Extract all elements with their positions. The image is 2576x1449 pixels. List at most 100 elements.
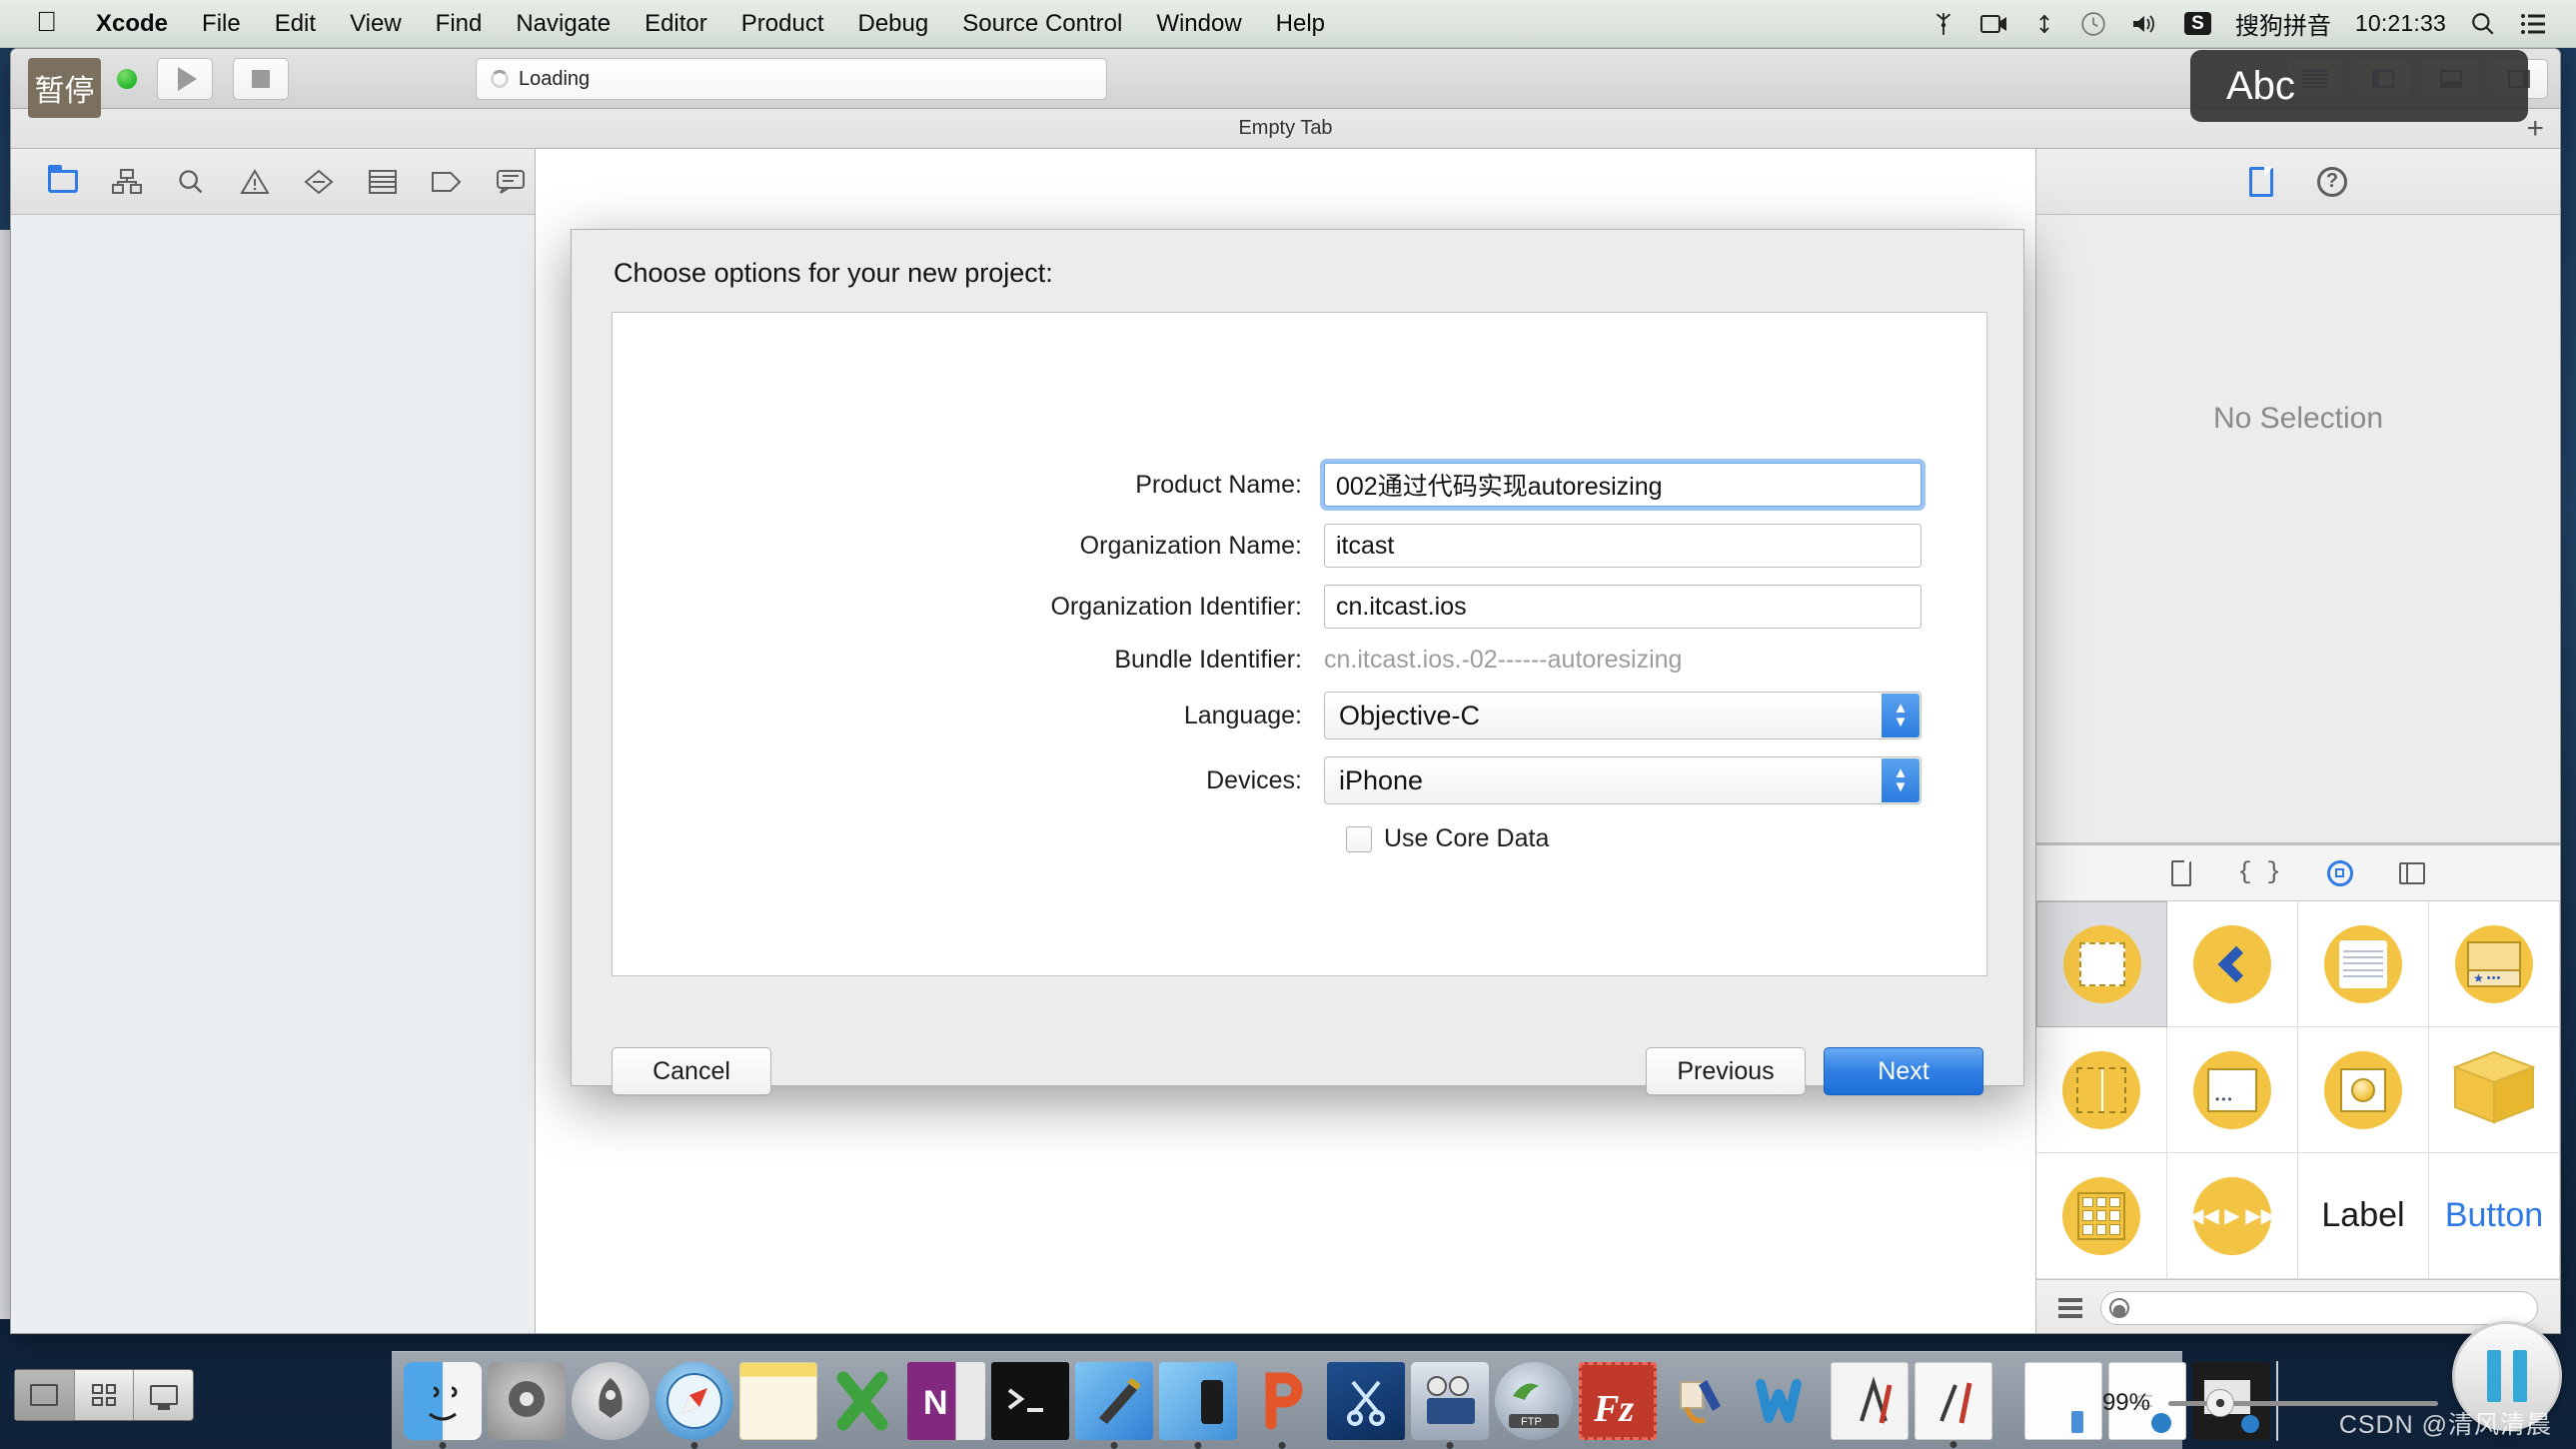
library-item-page-view-controller[interactable]: •••	[2167, 1027, 2298, 1153]
xcode-icon[interactable]	[1075, 1361, 1153, 1449]
report-icon[interactable]	[367, 167, 399, 197]
loading-spinner-icon	[491, 70, 509, 88]
menu-item-help[interactable]: Help	[1259, 10, 1342, 38]
library-filter-input[interactable]	[2100, 1290, 2538, 1325]
system-preferences-icon[interactable]	[488, 1361, 566, 1440]
organization-identifier-input[interactable]: cn.itcast.ios	[1324, 585, 1922, 629]
grid-mode-icon[interactable]	[75, 1370, 135, 1420]
code-snippet-icon[interactable]: { }	[2237, 859, 2280, 886]
button-object-text: Button	[2444, 1196, 2544, 1234]
build-status-indicator	[117, 68, 137, 89]
search-icon[interactable]	[175, 167, 207, 197]
library-item-navigation-controller[interactable]	[2167, 901, 2298, 1027]
file-inspector-icon[interactable]	[2249, 166, 2273, 197]
language-select[interactable]: Objective-C ▲ ▼	[1324, 692, 1922, 739]
library-item-collection-view-controller[interactable]	[2036, 1153, 2167, 1279]
menu-item-source-control[interactable]: Source Control	[945, 10, 1139, 38]
menu-item-debug[interactable]: Debug	[841, 10, 946, 38]
library-item-view-controller[interactable]	[2036, 901, 2167, 1027]
av-player-controller-icon: ◀◀ ▶ ▶▶	[2188, 1176, 2276, 1255]
pause-icon-bar-right	[2513, 1350, 2527, 1402]
menu-item-find[interactable]: Find	[419, 10, 500, 38]
terminal-icon[interactable]	[991, 1361, 1069, 1440]
airdrop-icon[interactable]	[2020, 0, 2068, 48]
input-method-label[interactable]: 搜狗拼音	[2223, 0, 2343, 48]
bluetooth-share-icon[interactable]	[1919, 0, 1968, 48]
menu-item-navigate[interactable]: Navigate	[499, 10, 628, 38]
menu-item-view[interactable]: View	[333, 10, 419, 38]
filter-icon	[2109, 1297, 2129, 1318]
product-name-input[interactable]: 002通过代码实现autoresizing	[1324, 463, 1922, 507]
devices-select[interactable]: iPhone ▲ ▼	[1324, 756, 1922, 804]
hierarchy-icon[interactable]	[111, 167, 143, 197]
library-item-av-player-controller[interactable]: ◀◀ ▶ ▶▶	[2167, 1153, 2298, 1279]
breakpoint-icon[interactable]	[303, 167, 335, 197]
menu-item-xcode[interactable]: Xcode	[79, 10, 185, 38]
file-template-icon[interactable]	[2171, 859, 2192, 886]
ftp-icon[interactable]: FTP	[1495, 1361, 1573, 1440]
appstore-icon[interactable]	[1831, 1361, 1909, 1440]
safari-icon[interactable]	[655, 1361, 733, 1449]
quick-help-icon[interactable]: ?	[2317, 166, 2347, 197]
menu-item-file[interactable]: File	[185, 10, 258, 38]
library-item-object[interactable]	[2429, 1027, 2560, 1153]
next-button[interactable]: Next	[1824, 1047, 1983, 1095]
product-name-label: Product Name:	[1135, 470, 1302, 499]
time-machine-icon[interactable]	[2068, 0, 2118, 48]
input-method-badge[interactable]: S	[2172, 0, 2223, 48]
previous-button[interactable]: Previous	[1646, 1047, 1806, 1095]
object-library-icon[interactable]	[2326, 859, 2353, 886]
stop-button[interactable]	[233, 57, 289, 100]
launchpad-icon[interactable]	[572, 1361, 649, 1440]
imovie-icon[interactable]	[1411, 1361, 1489, 1449]
organization-name-input[interactable]: itcast	[1324, 524, 1922, 568]
paint-icon[interactable]	[1663, 1362, 1741, 1440]
tag-icon[interactable]	[431, 167, 463, 197]
inspector-tabs: ?	[2036, 149, 2560, 215]
menubar-clock[interactable]: 10:21:33	[2343, 0, 2458, 48]
xcode-simulator-icon[interactable]	[1159, 1361, 1237, 1449]
menu-item-edit[interactable]: Edit	[258, 10, 333, 38]
form-row-organization-name: Organization Name: itcast	[613, 524, 1986, 568]
filezilla-icon[interactable]: Fz	[1579, 1361, 1657, 1440]
finder-icon[interactable]	[404, 1361, 482, 1449]
menu-item-product[interactable]: Product	[724, 10, 841, 38]
media-library-icon[interactable]	[2398, 861, 2425, 884]
onenote-icon[interactable]: N	[907, 1361, 985, 1440]
notification-center-icon[interactable]	[2508, 0, 2558, 48]
warning-icon[interactable]	[239, 167, 271, 197]
excel-icon[interactable]	[823, 1362, 901, 1440]
menu-item-editor[interactable]: Editor	[628, 10, 724, 38]
library-item-split-view-controller[interactable]	[2036, 1027, 2167, 1153]
cancel-button[interactable]: Cancel	[612, 1047, 771, 1095]
powerpoint-icon[interactable]	[1243, 1362, 1321, 1449]
notes-icon[interactable]	[739, 1361, 817, 1440]
volume-icon[interactable]	[2118, 0, 2172, 48]
apple-logo-icon[interactable]: 	[36, 7, 57, 36]
library-item-table-view-controller[interactable]	[2298, 901, 2429, 1027]
add-tab-button[interactable]: +	[2526, 113, 2544, 144]
search-icon[interactable]	[2458, 0, 2508, 48]
library-item-glk-view-controller[interactable]	[2298, 1027, 2429, 1153]
library-item-button[interactable]: Button	[2429, 1153, 2560, 1279]
organization-identifier-label: Organization Identifier:	[1050, 592, 1302, 621]
library-item-tab-bar-controller[interactable]: ★ •••	[2429, 901, 2560, 1027]
list-view-icon[interactable]	[2058, 1297, 2082, 1318]
screen-record-icon[interactable]	[1968, 0, 2020, 48]
word-icon[interactable]	[1747, 1362, 1825, 1440]
run-button[interactable]	[157, 57, 213, 100]
minimized-window-1[interactable]	[2024, 1361, 2102, 1440]
tab-empty[interactable]: Empty Tab	[1238, 117, 1332, 140]
zoom-slider-knob[interactable]	[2206, 1388, 2234, 1417]
library-item-label[interactable]: Label	[2298, 1153, 2429, 1279]
window-mode-icon[interactable]	[15, 1370, 75, 1420]
sketch-icon[interactable]	[1915, 1361, 1992, 1448]
folder-icon[interactable]	[47, 165, 79, 197]
utilities-panel: ? No Selection { } ★ ••• ••• ◀◀ ▶ ▶▶ Lab…	[2035, 149, 2560, 1333]
menu-item-window[interactable]: Window	[1139, 10, 1258, 38]
pause-badge[interactable]: 暂停	[28, 58, 101, 118]
use-core-data-checkbox[interactable]	[1346, 825, 1372, 852]
comment-icon[interactable]	[495, 167, 527, 197]
display-mode-icon[interactable]	[134, 1370, 193, 1420]
snip-tool-icon[interactable]	[1327, 1361, 1405, 1440]
